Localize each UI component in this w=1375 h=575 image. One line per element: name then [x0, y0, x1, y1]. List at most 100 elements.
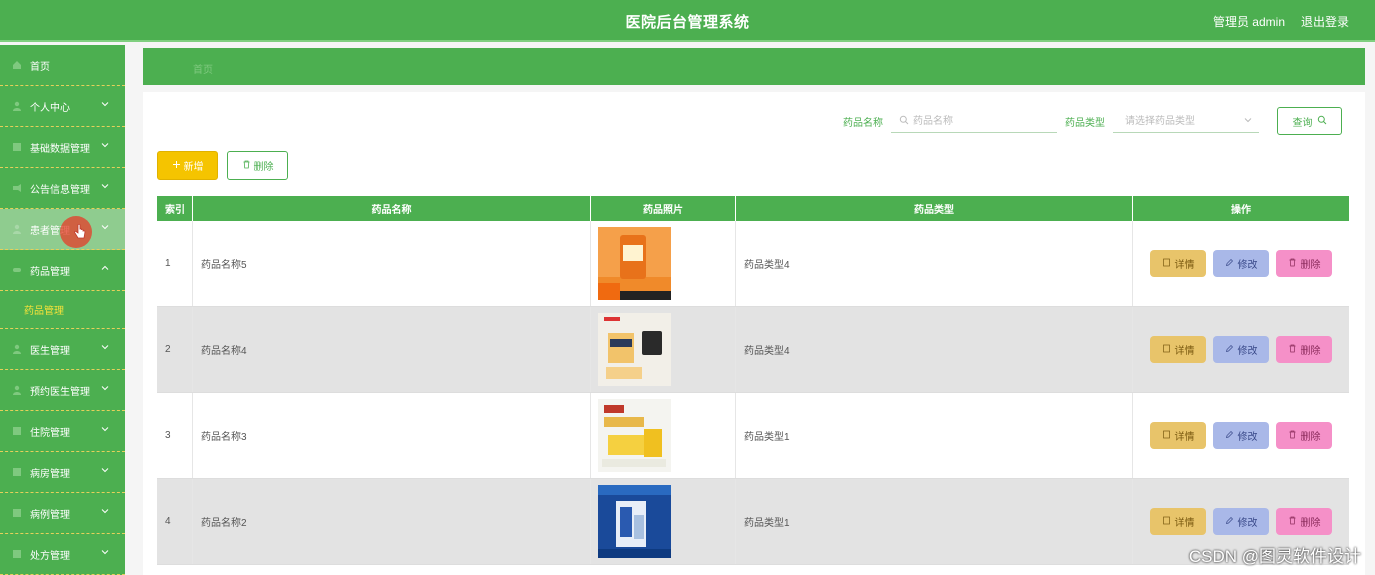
sidebar-item-label: 医生管理 — [30, 345, 70, 357]
prescription-icon — [12, 549, 22, 559]
data-icon — [12, 142, 22, 152]
sidebar-item-profile[interactable]: 个人中心 — [0, 86, 125, 127]
chevron-down-icon — [100, 465, 110, 475]
drug-photo-thumbnail[interactable] — [598, 399, 671, 472]
detail-label: 详情 — [1174, 260, 1195, 271]
chevron-down-icon — [100, 506, 110, 516]
delete-label: 删除 — [253, 162, 274, 173]
sidebar-item-label: 处方管理 — [30, 550, 70, 562]
chevron-down-icon — [100, 222, 110, 232]
edit-button[interactable]: 修改 — [1213, 250, 1269, 277]
cell-type: 药品类型4 — [736, 221, 1133, 306]
pencil-icon — [1225, 516, 1234, 528]
column-header-actions: 操作 — [1231, 205, 1251, 216]
search-icon — [899, 115, 909, 125]
user-icon — [12, 101, 22, 111]
top-bar: 医院后台管理系统 管理员 admin 退出登录 — [0, 0, 1375, 42]
app-title: 医院后台管理系统 — [625, 14, 750, 31]
edit-button[interactable]: 修改 — [1213, 422, 1269, 449]
sidebar-item-case[interactable]: 病例管理 — [0, 493, 125, 534]
sidebar-item-home[interactable]: 首页 — [0, 45, 125, 86]
detail-label: 详情 — [1174, 346, 1195, 357]
sidebar-item-appointment[interactable]: 预约医生管理 — [0, 370, 125, 411]
search-icon — [1317, 115, 1327, 128]
chevron-down-icon — [100, 181, 110, 191]
sidebar-item-label: 基础数据管理 — [30, 143, 90, 155]
sidebar: 首页 个人中心 基础数据管理 公告信息管理 患者管理 药品管理 药品管理 医生管… — [0, 45, 125, 575]
sidebar-item-notice[interactable]: 公告信息管理 — [0, 168, 125, 209]
column-header-name: 药品名称 — [193, 196, 591, 221]
drug-name-label: 药品名称 — [843, 118, 883, 129]
detail-button[interactable]: 详情 — [1150, 250, 1206, 277]
sidebar-item-base-data[interactable]: 基础数据管理 — [0, 127, 125, 168]
document-icon — [1162, 258, 1171, 270]
delete-button[interactable]: 删除 — [1276, 250, 1332, 277]
table-row: 1 药品名称5 药品类型4 详情 修改 删除 — [157, 221, 1349, 307]
breadcrumb: 首页 — [143, 48, 1365, 85]
cell-photo — [591, 479, 736, 564]
delete-button[interactable]: 删除 — [1276, 422, 1332, 449]
chevron-up-icon — [100, 263, 110, 273]
trash-icon — [242, 160, 251, 172]
sidebar-item-patient[interactable]: 患者管理 — [0, 209, 125, 250]
sidebar-item-ward[interactable]: 病房管理 — [0, 452, 125, 493]
drug-photo-thumbnail[interactable] — [598, 485, 671, 558]
edit-button[interactable]: 修改 — [1213, 508, 1269, 535]
pencil-icon — [1225, 430, 1234, 442]
drug-type-placeholder: 请选择药品类型 — [1125, 116, 1195, 127]
cell-actions: 详情 修改 删除 — [1133, 221, 1349, 306]
detail-button[interactable]: 详情 — [1150, 422, 1206, 449]
drug-photo-thumbnail[interactable] — [598, 313, 671, 386]
column-header-photo: 药品照片 — [591, 196, 736, 221]
submenu-item-drug-manage[interactable]: 药品管理 — [0, 291, 125, 329]
cell-index: 1 — [157, 221, 193, 306]
hand-cursor-icon — [73, 223, 87, 242]
batch-delete-button[interactable]: 删除 — [227, 151, 288, 180]
patient-icon — [12, 224, 22, 234]
case-icon — [12, 508, 22, 518]
table-row: 3 药品名称3 药品类型1 详情 修改 删除 — [157, 393, 1349, 479]
sidebar-item-label: 个人中心 — [30, 102, 70, 114]
doctor-icon — [12, 344, 22, 354]
edit-button[interactable]: 修改 — [1213, 336, 1269, 363]
delete-button[interactable]: 删除 — [1276, 508, 1332, 535]
chevron-down-icon — [100, 342, 110, 352]
trash-icon — [1288, 258, 1297, 270]
sidebar-item-inpatient[interactable]: 住院管理 — [0, 411, 125, 452]
pencil-icon — [1225, 258, 1234, 270]
cell-index: 3 — [157, 393, 193, 478]
query-button[interactable]: 查询 — [1277, 107, 1342, 135]
notice-icon — [12, 183, 22, 193]
sidebar-item-prescription[interactable]: 处方管理 — [0, 534, 125, 575]
detail-button[interactable]: 详情 — [1150, 336, 1206, 363]
drug-name-input[interactable]: 药品名称 — [891, 107, 1057, 133]
breadcrumb-home[interactable]: 首页 — [193, 61, 213, 76]
detail-button[interactable]: 详情 — [1150, 508, 1206, 535]
chevron-down-icon — [100, 383, 110, 393]
cell-name: 药品名称5 — [193, 221, 591, 306]
chevron-down-icon — [1243, 115, 1253, 125]
edit-label: 修改 — [1237, 260, 1258, 271]
cell-photo — [591, 307, 736, 392]
sidebar-item-label: 住院管理 — [30, 427, 70, 439]
column-header-index: 索引 — [157, 196, 193, 221]
delete-label: 删除 — [1300, 518, 1321, 529]
logout-link[interactable]: 退出登录 — [1301, 13, 1349, 30]
sidebar-item-label: 药品管理 — [30, 266, 70, 278]
cell-type: 药品类型1 — [736, 393, 1133, 478]
sidebar-item-drug[interactable]: 药品管理 — [0, 250, 125, 291]
cell-name: 药品名称3 — [193, 393, 591, 478]
column-header-type: 药品类型 — [736, 196, 1133, 221]
sidebar-item-doctor[interactable]: 医生管理 — [0, 329, 125, 370]
trash-icon — [1288, 516, 1297, 528]
pencil-icon — [1225, 344, 1234, 356]
trash-icon — [1288, 344, 1297, 356]
drug-type-select[interactable]: 请选择药品类型 — [1113, 107, 1259, 133]
add-button[interactable]: 新增 — [157, 151, 218, 180]
drug-name-placeholder: 药品名称 — [913, 116, 953, 127]
drug-photo-thumbnail[interactable] — [598, 227, 671, 300]
delete-button[interactable]: 删除 — [1276, 336, 1332, 363]
drug-type-label: 药品类型 — [1065, 118, 1105, 129]
query-label: 查询 — [1292, 117, 1313, 129]
sidebar-item-label: 预约医生管理 — [30, 386, 90, 398]
